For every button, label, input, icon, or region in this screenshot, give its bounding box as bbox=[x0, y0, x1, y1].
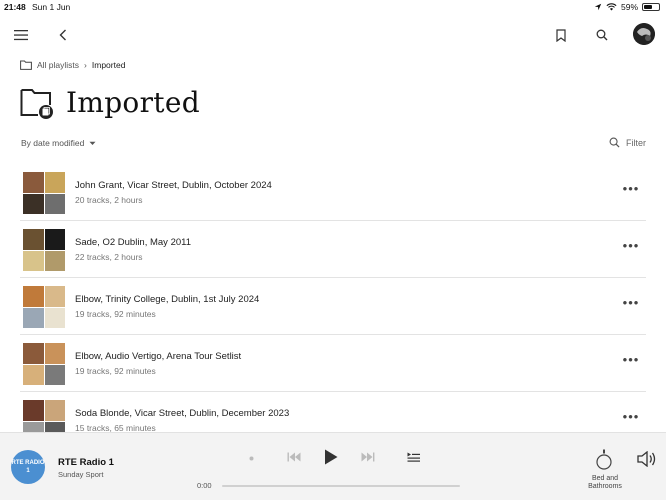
list-item[interactable]: Elbow, Audio Vertigo, Arena Tour Setlist… bbox=[0, 335, 666, 392]
imported-folder-icon bbox=[20, 88, 53, 119]
station-logo[interactable]: RTE RADIO 1 bbox=[11, 450, 45, 484]
status-indicators: 59% bbox=[594, 2, 660, 12]
playlist-meta: 19 tracks, 92 minutes bbox=[75, 309, 156, 319]
playlist-artwork bbox=[23, 343, 65, 385]
location-icon bbox=[594, 3, 602, 11]
skip-forward-icon[interactable] bbox=[359, 450, 377, 464]
progress-slider[interactable] bbox=[222, 485, 460, 487]
shuffle-dot-icon[interactable] bbox=[246, 453, 256, 463]
top-bar bbox=[0, 20, 666, 48]
status-time: 21:48 bbox=[4, 2, 26, 12]
playlist-name: Elbow, Trinity College, Dublin, 1st July… bbox=[75, 294, 260, 305]
sort-label: By date modified bbox=[21, 138, 85, 148]
status-date: Sun 1 Jun bbox=[32, 2, 71, 12]
playlist-meta: 15 tracks, 65 minutes bbox=[75, 423, 156, 432]
wifi-icon bbox=[606, 3, 617, 11]
skip-back-icon[interactable] bbox=[285, 450, 303, 464]
more-horizontal-icon[interactable]: ••• bbox=[620, 182, 642, 198]
page-title: Imported bbox=[66, 86, 200, 119]
speaker-icon[interactable] bbox=[593, 448, 615, 472]
chevron-left-icon[interactable] bbox=[52, 24, 74, 46]
bookmark-icon[interactable] bbox=[550, 24, 572, 46]
filter-label: Filter bbox=[626, 137, 646, 148]
playlist-name: Sade, O2 Dublin, May 2011 bbox=[75, 237, 192, 248]
list-item[interactable]: Soda Blonde, Vicar Street, Dublin, Decem… bbox=[0, 392, 666, 432]
avatar[interactable] bbox=[633, 23, 655, 45]
now-playing-bar: RTE RADIO 1 RTE Radio 1 Sunday Sport 0:0… bbox=[0, 432, 666, 500]
playlist-meta: 20 tracks, 2 hours bbox=[75, 195, 143, 205]
folder-icon bbox=[20, 60, 32, 70]
breadcrumb: All playlists › Imported bbox=[20, 60, 125, 70]
status-bar: 21:48 Sun 1 Jun 59% bbox=[0, 0, 666, 14]
more-horizontal-icon[interactable]: ••• bbox=[620, 239, 642, 255]
battery-icon bbox=[642, 3, 660, 11]
playlist-meta: 22 tracks, 2 hours bbox=[75, 252, 143, 262]
breadcrumb-separator-icon: › bbox=[84, 60, 87, 70]
list-item[interactable]: Sade, O2 Dublin, May 2011 22 tracks, 2 h… bbox=[0, 221, 666, 278]
elapsed-time: 0:00 bbox=[197, 481, 212, 490]
more-horizontal-icon[interactable]: ••• bbox=[620, 353, 642, 369]
playlist-name: John Grant, Vicar Street, Dublin, Octobe… bbox=[75, 180, 272, 191]
zone-name[interactable]: Bed and Bathrooms bbox=[583, 475, 627, 491]
playlist-name: Elbow, Audio Vertigo, Arena Tour Setlist bbox=[75, 351, 242, 362]
playlist-artwork bbox=[23, 400, 65, 432]
queue-icon[interactable] bbox=[405, 450, 421, 464]
program-name: Sunday Sport bbox=[58, 470, 104, 479]
list-item[interactable]: John Grant, Vicar Street, Dublin, Octobe… bbox=[0, 164, 666, 221]
playlist-name: Soda Blonde, Vicar Street, Dublin, Decem… bbox=[75, 408, 290, 419]
search-icon[interactable] bbox=[591, 24, 613, 46]
playlist-artwork bbox=[23, 229, 65, 271]
caret-down-icon bbox=[89, 141, 96, 145]
playlist-meta: 19 tracks, 92 minutes bbox=[75, 366, 156, 376]
playlist-list: John Grant, Vicar Street, Dublin, Octobe… bbox=[0, 164, 666, 432]
play-icon[interactable] bbox=[321, 447, 341, 467]
page-header: Imported bbox=[20, 86, 200, 119]
search-icon bbox=[609, 137, 620, 148]
hamburger-icon[interactable] bbox=[10, 24, 32, 46]
station-name[interactable]: RTE Radio 1 bbox=[58, 457, 114, 468]
playlist-artwork bbox=[23, 286, 65, 328]
volume-icon[interactable] bbox=[636, 449, 658, 469]
more-horizontal-icon[interactable]: ••• bbox=[620, 296, 642, 312]
battery-percent: 59% bbox=[620, 2, 638, 12]
more-horizontal-icon[interactable]: ••• bbox=[620, 410, 642, 426]
breadcrumb-parent[interactable]: All playlists bbox=[37, 60, 79, 70]
breadcrumb-current: Imported bbox=[91, 60, 126, 70]
playlist-artwork bbox=[23, 172, 65, 214]
list-item[interactable]: Elbow, Trinity College, Dublin, 1st July… bbox=[0, 278, 666, 335]
filter-button[interactable]: Filter bbox=[609, 137, 646, 148]
sort-dropdown[interactable]: By date modified bbox=[21, 138, 96, 148]
